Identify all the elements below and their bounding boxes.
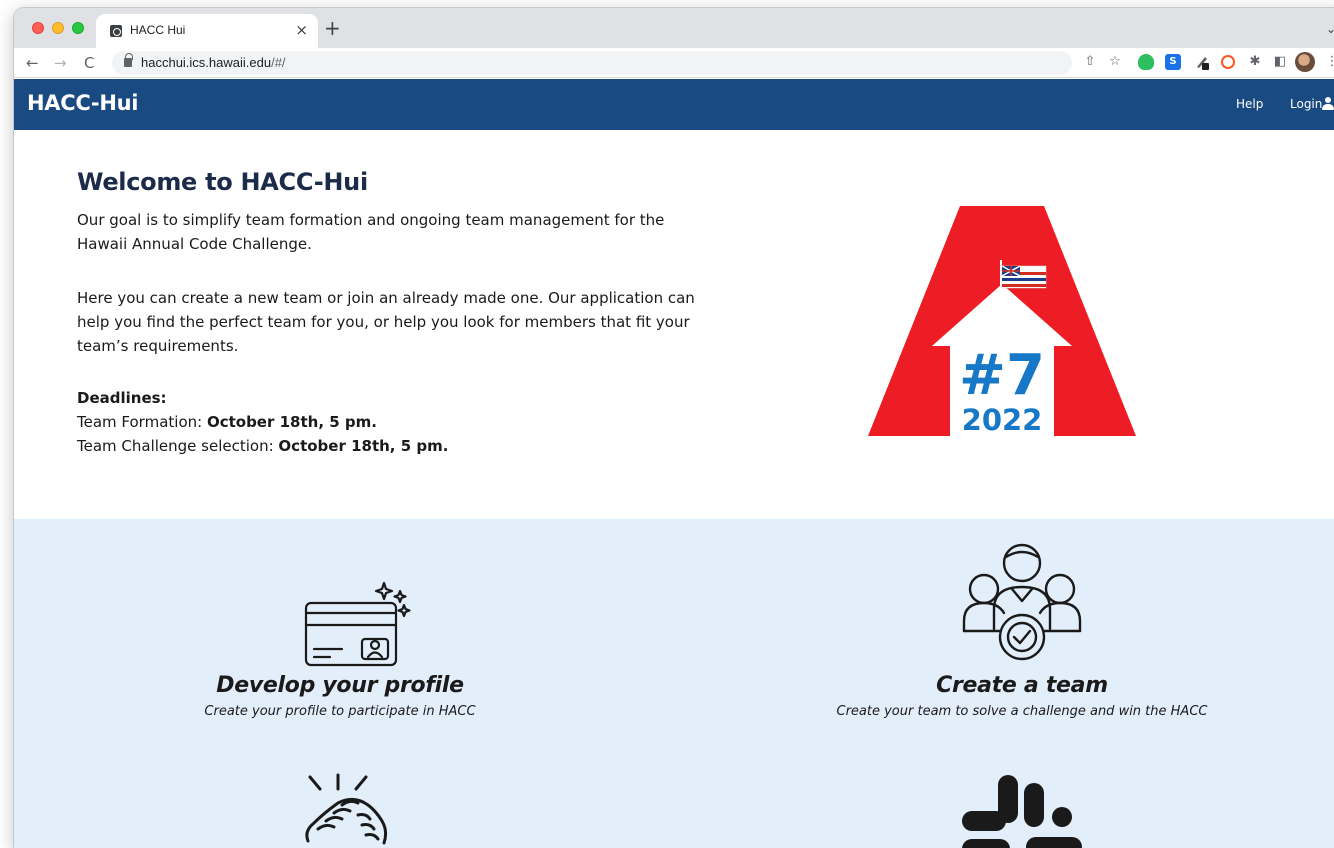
site-navbar: HACC-Hui Help Login: [14, 79, 1334, 130]
blue-extension-icon[interactable]: S: [1165, 54, 1181, 70]
tab-strip: HACC Hui × + ⌄: [14, 8, 1334, 48]
extensions-puzzle-icon[interactable]: ✱: [1247, 54, 1263, 70]
login-link[interactable]: Login: [1290, 97, 1322, 111]
pen-extension-icon[interactable]: [1194, 54, 1210, 70]
feature-title: Develop your profile: [216, 673, 464, 698]
hero-section: Welcome to HACC-Hui Our goal is to simpl…: [14, 130, 1334, 519]
reload-button[interactable]: C: [84, 53, 94, 73]
profile-avatar[interactable]: [1295, 52, 1315, 72]
deadline-label: Team Formation:: [77, 413, 207, 431]
deadlines-block: Deadlines: Team Formation: October 18th,…: [77, 386, 448, 458]
evernote-extension-icon[interactable]: [1138, 54, 1154, 70]
features-section: Develop your profile Create your profile…: [14, 519, 1334, 848]
feature-create-team: Create a team Create your team to solve …: [822, 673, 1222, 719]
browser-menu-icon[interactable]: ⋮: [1324, 54, 1334, 70]
hawaii-flag-icon: [1001, 265, 1047, 289]
deadline-team-formation: Team Formation: October 18th, 5 pm.: [77, 410, 448, 434]
hacc-logo: #7 2022: [868, 206, 1136, 436]
intro-paragraph: Our goal is to simplify team formation a…: [77, 211, 665, 253]
forward-button[interactable]: →: [54, 53, 67, 73]
close-window-button[interactable]: [32, 22, 44, 34]
deadline-value: October 18th, 5 pm.: [206, 413, 377, 431]
browser-tab[interactable]: HACC Hui ×: [96, 14, 318, 48]
deadline-challenge-selection: Team Challenge selection: October 18th, …: [77, 434, 448, 458]
browser-window: HACC Hui × + ⌄ ← → C hacchui.ics.hawaii.…: [14, 8, 1334, 848]
flag-pole: [1000, 260, 1002, 294]
logo-number: #7: [959, 343, 1045, 408]
favicon-icon: [110, 25, 122, 37]
side-panel-icon[interactable]: ◧: [1272, 54, 1288, 70]
share-icon[interactable]: ⇧: [1082, 54, 1098, 70]
address-bar[interactable]: hacchui.ics.hawaii.edu/#/: [112, 51, 1072, 75]
tab-close-icon[interactable]: ×: [295, 21, 308, 39]
feature-title: Create a team: [936, 673, 1108, 698]
features-paragraph: Here you can create a new team or join a…: [77, 289, 695, 355]
profile-card-icon: [304, 581, 411, 667]
feature-subtitle: Create your team to solve a challenge an…: [836, 704, 1208, 719]
bookmark-star-icon[interactable]: ☆: [1107, 54, 1123, 70]
help-link[interactable]: Help: [1236, 97, 1263, 111]
back-button[interactable]: ←: [26, 53, 39, 73]
feature-develop-profile: Develop your profile Create your profile…: [190, 673, 490, 719]
browser-toolbar: ← → C hacchui.ics.hawaii.edu/#/ ⇧ ☆ S ✱ …: [14, 48, 1334, 78]
slack-icon: [962, 775, 1082, 848]
tab-search-icon[interactable]: ⌄: [1326, 22, 1334, 36]
minimize-window-button[interactable]: [52, 22, 64, 34]
url-path: /#/: [271, 55, 286, 70]
deadline-value: October 18th, 5 pm.: [278, 437, 449, 455]
user-icon[interactable]: [1321, 97, 1334, 111]
site-brand[interactable]: HACC-Hui: [27, 91, 138, 115]
url-host: hacchui.ics.hawaii.edu: [141, 55, 272, 70]
deadlines-heading: Deadlines:: [77, 389, 167, 407]
feature-subtitle: Create your profile to participate in HA…: [204, 704, 476, 719]
maximize-window-button[interactable]: [72, 22, 84, 34]
url-text[interactable]: hacchui.ics.hawaii.edu/#/: [141, 55, 286, 70]
new-tab-button[interactable]: +: [324, 18, 341, 38]
orange-extension-icon[interactable]: [1221, 55, 1235, 69]
lock-icon[interactable]: [124, 53, 133, 67]
page-title: Welcome to HACC-Hui: [77, 168, 368, 196]
logo-year: 2022: [962, 403, 1043, 436]
handshake-icon: [305, 773, 388, 845]
team-icon: [962, 543, 1082, 661]
tab-title: HACC Hui: [130, 23, 186, 37]
deadline-label: Team Challenge selection:: [77, 437, 279, 455]
